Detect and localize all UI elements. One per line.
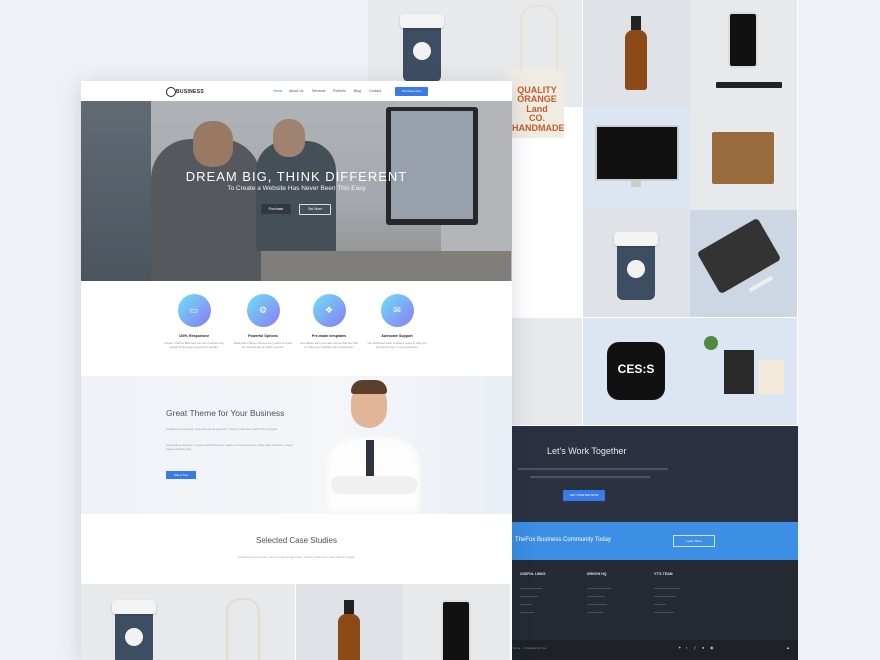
nav-services[interactable]: Services xyxy=(312,89,325,93)
hero-title: DREAM BIG, THINK DIFFERENT xyxy=(185,169,408,184)
about-paragraph-1: Candidus ex accumsan. Sed vehicula elit … xyxy=(166,428,278,431)
hero-getmore-button[interactable]: Get More xyxy=(299,204,331,215)
imac-tile xyxy=(583,107,690,214)
brand-name[interactable]: BUSINESS xyxy=(176,89,204,95)
back-cta-title: Let's Work Together xyxy=(547,446,627,456)
feature-templates: ❖ Pre-made templates Get started with pr… xyxy=(299,294,359,350)
nav-blog[interactable]: Blog xyxy=(354,89,361,93)
case-studies-desc: Candidus ex accumsan. Sed vehicula elit … xyxy=(238,555,355,559)
case-phone[interactable] xyxy=(403,584,510,660)
skype-icon[interactable]: ● xyxy=(702,645,704,650)
hero-subtitle: To Create a Website Has Never Been This … xyxy=(227,185,366,192)
support-icon: ✉ xyxy=(380,294,414,327)
monitor-icon: ▭ xyxy=(177,294,211,327)
twitter-icon[interactable]: ✦ xyxy=(678,645,681,650)
front-page-preview: BUSINESS Home About Us Services Portfoli… xyxy=(81,81,512,660)
case-coffee-cup[interactable] xyxy=(81,584,188,660)
about-section: Great Theme for Your Business Candidus e… xyxy=(81,376,512,514)
purchase-now-button[interactable]: Purchase Now xyxy=(395,87,428,96)
linkedin-icon[interactable]: ▪ xyxy=(686,645,687,650)
back-to-top-icon[interactable]: ▲ xyxy=(786,645,790,650)
nav-portfolio[interactable]: Portfolio xyxy=(333,89,346,93)
gear-icon: ⚙ xyxy=(246,294,280,327)
facebook-icon[interactable]: ƒ xyxy=(694,645,696,650)
case-tote-bag[interactable] xyxy=(188,584,295,660)
footer-col-hq: DRIVEN HQ xyxy=(587,572,607,576)
nav-contact[interactable]: Contact xyxy=(369,89,381,93)
case-amber-bottle[interactable] xyxy=(296,584,403,660)
hero-purchase-button[interactable]: Purchase xyxy=(261,204,291,214)
case-studies-title: Selected Case Studies xyxy=(256,536,337,545)
about-title: Great Theme for Your Business xyxy=(166,408,285,418)
take-a-tour-button[interactable]: Take a Tour xyxy=(166,471,196,479)
tablet-tile xyxy=(690,210,797,317)
logo-icon[interactable] xyxy=(166,87,176,97)
feature-options: ⚙ Powerful Options Build with a theme wh… xyxy=(233,294,293,350)
feature-support: ✉ Awesome Support Our dedicated team is … xyxy=(367,294,427,350)
footer-col-team: YT'S TEAM xyxy=(654,572,673,576)
hero-section: DREAM BIG, THINK DIFFERENT To Create a W… xyxy=(81,101,512,281)
businessman-photo xyxy=(321,376,431,514)
copyright: Theme ... Powered by Fox xyxy=(511,646,547,650)
learn-more-button[interactable]: Learn More xyxy=(673,535,715,547)
wood-box-tile xyxy=(690,107,797,214)
top-navbar: BUSINESS Home About Us Services Portfoli… xyxy=(81,81,512,102)
feature-responsive: ▭ 100% Responsive Cisdem TheFox Business… xyxy=(164,294,224,350)
get-started-button[interactable]: GET STARTED NOW xyxy=(563,490,605,501)
nav-about[interactable]: About Us xyxy=(289,89,303,93)
business-cards-tile xyxy=(690,318,797,425)
dribbble-icon[interactable]: ◉ xyxy=(710,645,714,650)
about-paragraph-2: Suspendisse nisl lorem, congue sed facil… xyxy=(166,444,293,452)
coffee-cup-tile-2 xyxy=(583,210,690,317)
layers-icon: ❖ xyxy=(312,294,346,327)
tote-bag: QUALITY ORANGE Land CO. HANDMADE xyxy=(510,68,565,138)
nav-home[interactable]: Home xyxy=(273,89,282,93)
amber-bottle-tile xyxy=(583,0,690,107)
footer-col-links: USEFUL LINKS xyxy=(520,572,546,576)
community-text: TheFox Business Community Today xyxy=(515,537,611,543)
phone-stand-tile xyxy=(690,0,797,107)
smartwatch-tile: CES:S xyxy=(583,318,690,425)
